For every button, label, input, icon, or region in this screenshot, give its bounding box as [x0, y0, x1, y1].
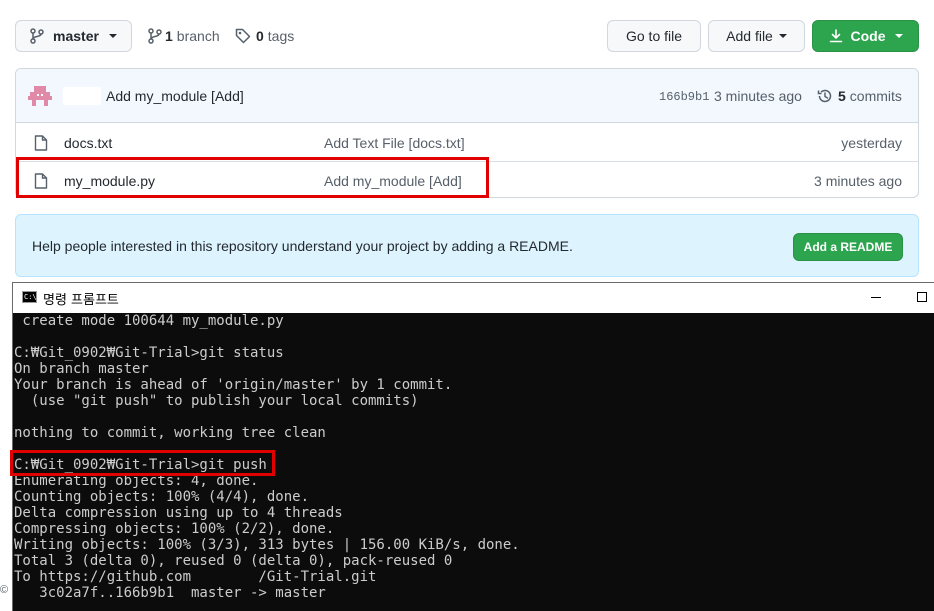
download-icon — [829, 29, 842, 43]
file-name-link[interactable]: docs.txt — [64, 135, 112, 151]
commit-count: 5 — [838, 88, 846, 104]
cmd-icon-glyph: C:\ — [24, 293, 37, 301]
tag-count: 0 — [256, 28, 264, 44]
cmd-output-line: Writing objects: 100% (3/3), 313 bytes |… — [14, 537, 520, 553]
cmd-title-bar[interactable]: C:\ 명령 프롬프트 — [13, 283, 934, 312]
branch-count: 1 — [165, 28, 173, 44]
redacted-username — [191, 570, 239, 584]
branch-select-label: master — [53, 28, 99, 44]
file-commit-message[interactable]: Add Text File [docs.txt] — [324, 135, 465, 151]
file-row[interactable]: docs.txt Add Text File [docs.txt] yester… — [16, 124, 918, 161]
commit-message-link[interactable]: Add my_module [Add] — [106, 88, 244, 104]
cmd-output-line: On branch master — [14, 361, 149, 377]
readme-prompt-text: Help people interested in this repositor… — [32, 238, 573, 254]
cmd-output-line — [14, 329, 934, 345]
cmd-output-line: nothing to commit, working tree clean — [14, 425, 326, 441]
code-label: Code — [850, 28, 886, 44]
footer-copyright-glyph: © — [0, 584, 9, 596]
commit-time: 3 minutes ago — [714, 88, 802, 104]
branch-select-button[interactable]: master — [15, 20, 132, 52]
file-age: 3 minutes ago — [814, 172, 902, 189]
add-readme-button[interactable]: Add a README — [793, 233, 903, 261]
highlight-box — [10, 450, 275, 476]
tag-icon — [235, 28, 251, 44]
cmd-app-icon: C:\ — [22, 291, 37, 303]
cmd-output-line: To https://github.com/ /Git-Trial.git — [14, 569, 377, 585]
maximize-icon — [917, 292, 927, 302]
commits-link[interactable]: 5 commits — [817, 88, 902, 104]
cmd-title: 명령 프롬프트 — [43, 293, 119, 308]
cmd-output-line: Delta compression using up to 4 threads — [14, 505, 343, 521]
chevron-down-icon — [108, 34, 117, 38]
cmd-output-line: 3c02a7f..166b9b1 master -> master — [14, 585, 326, 601]
highlight-box — [16, 157, 489, 198]
minimize-button[interactable] — [861, 283, 891, 312]
maximize-button[interactable] — [907, 283, 934, 312]
cmd-output-line: Counting objects: 100% (4/4), done. — [14, 489, 310, 505]
cmd-window: C:\ 명령 프롬프트 create mode 100644 my_module… — [12, 282, 934, 611]
cmd-output-line: (use "git push" to publish your local co… — [14, 393, 419, 409]
chevron-down-icon — [894, 34, 903, 38]
tag-label: tags — [267, 28, 295, 44]
commits-label: commits — [849, 88, 902, 104]
readme-banner: Help people interested in this repositor… — [15, 214, 919, 277]
file-icon — [34, 135, 48, 151]
branch-label: branch — [176, 28, 220, 44]
code-button[interactable]: Code — [812, 20, 919, 52]
branches-link[interactable]: 1 branch — [148, 26, 220, 46]
git-branch-icon — [148, 28, 162, 44]
go-to-file-button[interactable]: Go to file — [607, 20, 701, 52]
git-branch-icon — [30, 28, 44, 44]
cmd-output-line: Compressing objects: 100% (2/2), done. — [14, 521, 335, 537]
add-file-button[interactable]: Add file — [708, 20, 805, 52]
cmd-output-line: C:₩Git_0902₩Git-Trial>git status — [14, 345, 284, 361]
tags-link[interactable]: 0 tags — [235, 26, 294, 46]
latest-commit-bar: Add my_module [Add] 166b9b1 3 minutes ag… — [16, 69, 918, 123]
cmd-output-line: Total 3 (delta 0), reused 0 (delta 0), p… — [14, 553, 453, 569]
history-icon — [817, 89, 832, 103]
minimize-icon — [871, 297, 881, 298]
cmd-output-line — [14, 409, 934, 425]
redacted-author — [63, 87, 101, 105]
avatar[interactable] — [28, 84, 52, 108]
chevron-down-icon — [778, 34, 787, 38]
cmd-output-line: Your branch is ahead of 'origin/master' … — [14, 377, 453, 393]
add-file-label: Add file — [726, 28, 773, 44]
commit-sha[interactable]: 166b9b1 — [659, 90, 709, 104]
file-age: yesterday — [841, 134, 902, 151]
cmd-output-line: create mode 100644 my_module.py — [14, 313, 284, 329]
